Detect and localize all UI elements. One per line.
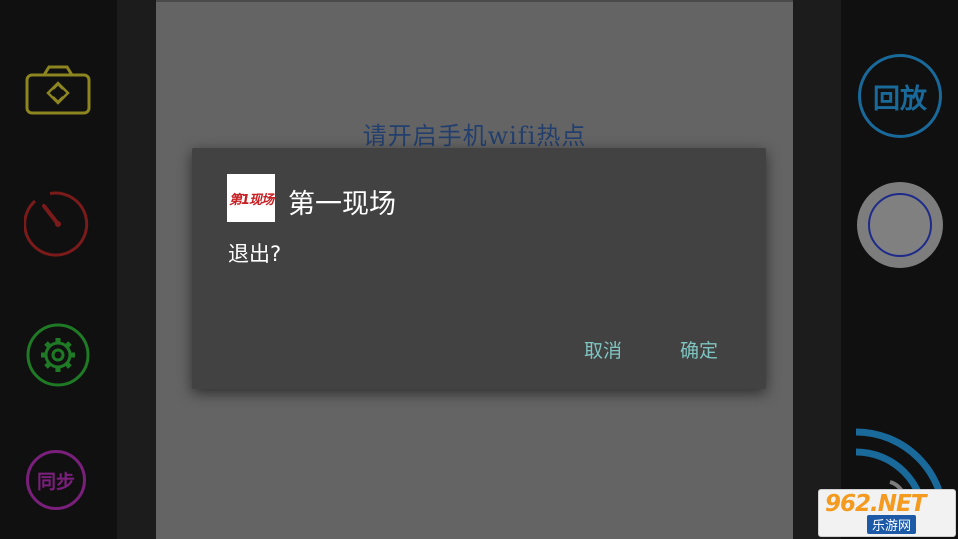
confirm-button[interactable]: 确定 <box>680 336 718 363</box>
timer-button[interactable] <box>24 190 92 258</box>
watermark-logo-text: 962.NET <box>825 491 926 517</box>
timer-icon <box>24 191 89 257</box>
dialog-message: 退出? <box>228 242 282 266</box>
exit-dialog: 第1现场 第一现场 退出? 取消 确定 <box>192 148 766 389</box>
app-logo-icon: 第1现场 <box>227 174 275 222</box>
shutter-button[interactable] <box>857 182 943 268</box>
switch-camera-icon <box>25 65 91 115</box>
settings-button[interactable] <box>25 322 91 388</box>
right-margin-strip <box>793 0 841 539</box>
left-margin-strip <box>117 0 156 539</box>
site-watermark: 962.NET 乐游网 <box>818 489 956 537</box>
settings-icon <box>26 323 90 387</box>
dialog-title: 第一现场 <box>288 189 396 220</box>
watermark-site-name: 乐游网 <box>867 515 917 534</box>
sync-button[interactable]: 同步 <box>26 450 86 510</box>
app-logo-text: 第1现场 <box>228 192 274 208</box>
preview-top-edge <box>156 0 793 2</box>
cancel-button[interactable]: 取消 <box>584 336 622 363</box>
wifi-hotspot-hint: 请开启手机wifi热点 <box>362 122 587 150</box>
playback-button[interactable]: 回放 <box>858 54 942 138</box>
playback-label: 回放 <box>873 83 927 115</box>
switch-camera-button[interactable] <box>24 64 92 116</box>
shutter-inner-ring <box>868 193 932 257</box>
sync-label: 同步 <box>36 470 75 493</box>
